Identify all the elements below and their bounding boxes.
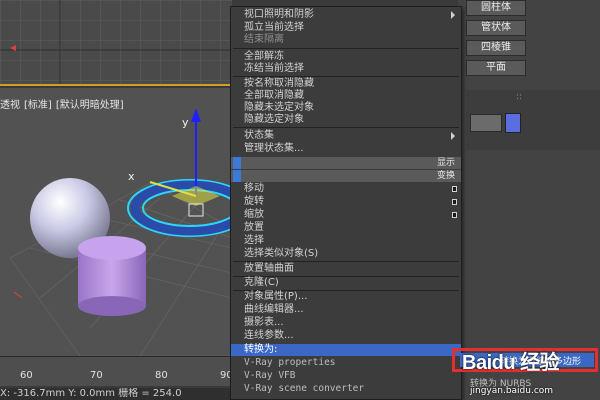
menu-item-rotate[interactable]: 旋转 xyxy=(231,196,461,208)
object-color-swatch[interactable] xyxy=(505,113,521,133)
scene-objects: x y xyxy=(9,108,232,356)
menu-item-hide-selection[interactable]: 隐藏选定对象 xyxy=(231,114,461,126)
menu-item-manage-state-sets[interactable]: 管理状态集... xyxy=(231,143,461,155)
menu-item-label: 旋转 xyxy=(244,196,264,207)
section-label-transform: 变换 xyxy=(436,171,455,181)
rollout-handle-icon: :: xyxy=(516,92,523,102)
gizmo-axis-y: y xyxy=(182,116,189,129)
menu-item-scale[interactable]: 缩放 xyxy=(231,209,461,221)
menu-item-vray-properties[interactable]: V-Ray properties xyxy=(231,357,461,369)
menu-item-label: 视口照明和阴影 xyxy=(244,9,314,20)
settings-box-icon[interactable] xyxy=(452,212,457,218)
gizmo-axis-x: x xyxy=(128,170,135,183)
menu-item-end-isolate[interactable]: 结束隔离 xyxy=(231,34,461,46)
section-label-display: 显示 xyxy=(436,158,455,168)
ruler-tick: 80 xyxy=(155,370,168,381)
menu-separator xyxy=(233,127,459,128)
settings-box-icon[interactable] xyxy=(452,186,457,192)
ruler-tick: 60 xyxy=(20,370,33,381)
top-viewport-grid xyxy=(0,0,232,84)
menu-item-freeze-selection[interactable]: 冻结当前选择 xyxy=(231,63,461,75)
settings-box-icon[interactable] xyxy=(452,199,457,205)
viewport-label-view[interactable]: 透视 xyxy=(0,100,20,111)
menu-item-select-similar[interactable]: 选择类似对象(S) xyxy=(231,248,461,260)
name-field[interactable] xyxy=(470,114,502,132)
quad-menu: 视口照明和阴影 孤立当前选择 结束隔离 全部解冻 冻结当前选择 按名称取消隐藏 … xyxy=(230,6,462,400)
pyramid-button[interactable]: 四棱锥 xyxy=(466,40,526,56)
section-marker-icon xyxy=(233,170,241,182)
menu-separator xyxy=(233,76,459,77)
menu-item-object-properties[interactable]: 对象属性(P)... xyxy=(231,291,461,303)
menu-item-label: 状态集 xyxy=(244,130,274,141)
menu-item-viewport-lighting[interactable]: 视口照明和阴影 xyxy=(231,9,461,21)
menu-item-vray-scene-converter[interactable]: V-Ray scene converter xyxy=(231,383,461,395)
watermark-url: jingyan.baidu.com xyxy=(470,386,554,396)
submenu-arrow-icon xyxy=(451,132,455,140)
menu-item-label: 移动 xyxy=(244,183,264,194)
viewport-label-shading[interactable]: [默认明暗处理] xyxy=(56,100,124,111)
menu-item-curve-editor[interactable]: 曲线编辑器... xyxy=(231,304,461,316)
menu-item-convert-to[interactable]: 转换为: xyxy=(231,344,461,356)
menu-separator xyxy=(233,261,459,262)
baidu-watermark-logo: Baidu 经验 xyxy=(462,352,560,374)
menu-item-wire-parameters[interactable]: 连线参数... xyxy=(231,330,461,342)
menu-item-state-sets[interactable]: 状态集 xyxy=(231,130,461,142)
menu-item-hide-unselected[interactable]: 隐藏未选定对象 xyxy=(231,102,461,114)
tube-button-vis[interactable]: 管状体 xyxy=(466,20,526,36)
viewport-label-standard[interactable]: [标准] xyxy=(24,100,52,111)
menu-section-display: 显示 xyxy=(231,157,461,169)
cylinder-object xyxy=(78,236,146,316)
menu-item-unfreeze-all[interactable]: 全部解冻 xyxy=(231,51,461,63)
submenu-arrow-icon xyxy=(451,11,455,19)
cylinder-button[interactable]: 圆柱体 xyxy=(466,0,526,16)
menu-item-label: 缩放 xyxy=(244,209,264,220)
menu-item-select[interactable]: 选择 xyxy=(231,235,461,247)
time-ruler[interactable] xyxy=(0,356,232,386)
menu-item-clone[interactable]: 克隆(C) xyxy=(231,277,461,289)
menu-section-transform: 变换 xyxy=(231,170,461,182)
world-axis-icon xyxy=(13,291,23,299)
menu-item-isolate-selection[interactable]: 孤立当前选择 xyxy=(231,22,461,34)
torus-object xyxy=(127,179,232,237)
top-viewport[interactable] xyxy=(0,0,232,86)
menu-item-place[interactable]: 放置 xyxy=(231,222,461,234)
menu-item-dope-sheet[interactable]: 摄影表... xyxy=(231,317,461,329)
coordinate-readout: X: -316.7mm Y: 0.0mm 栅格 = 254.0 xyxy=(0,388,182,399)
menu-item-unhide-by-name[interactable]: 按名称取消隐藏 xyxy=(231,78,461,90)
menu-item-vray-vfb[interactable]: V-Ray VFB xyxy=(231,370,461,382)
plane-button[interactable]: 平面 xyxy=(466,60,526,76)
section-marker-icon xyxy=(233,157,241,169)
menu-separator xyxy=(233,48,459,49)
menu-item-place-pivot-surface[interactable]: 放置轴曲面 xyxy=(231,263,461,275)
menu-item-unhide-all[interactable]: 全部取消隐藏 xyxy=(231,90,461,102)
ruler-tick: 70 xyxy=(90,370,103,381)
menu-item-move[interactable]: 移动 xyxy=(231,183,461,195)
viewport-label[interactable]: 透视 [标准] [默认明暗处理] xyxy=(0,96,128,111)
